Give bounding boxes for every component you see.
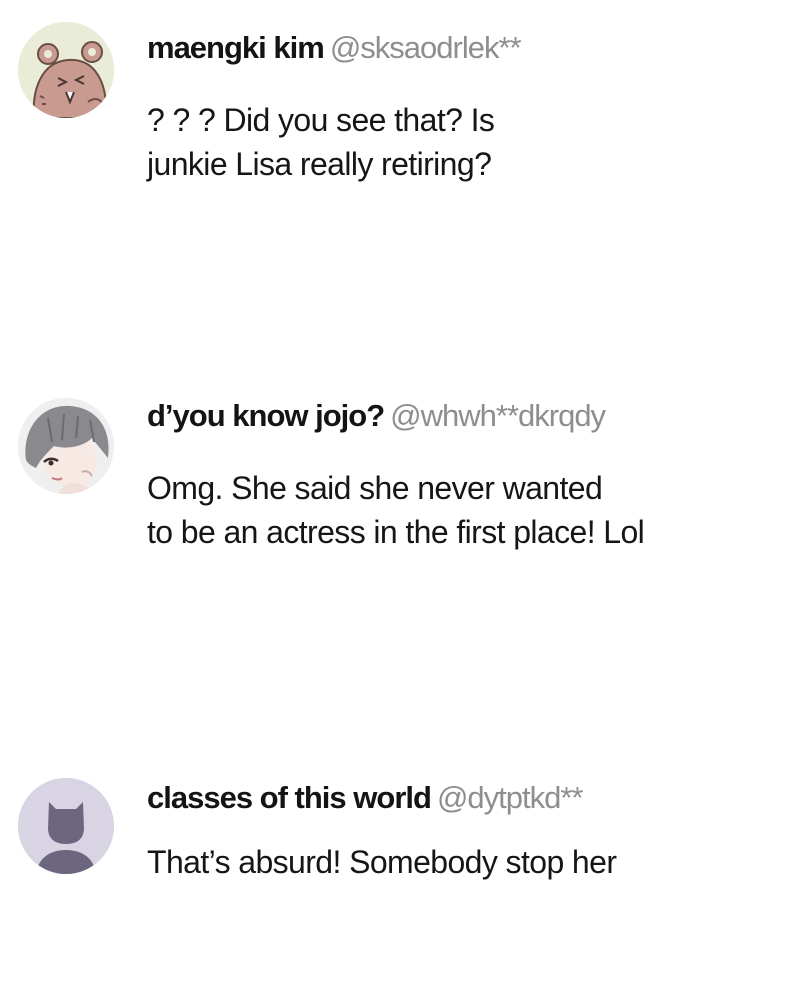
boy-avatar-icon <box>18 398 114 494</box>
default-user-avatar-icon <box>18 778 114 874</box>
bear-avatar-icon <box>18 22 114 118</box>
avatar[interactable] <box>18 398 114 494</box>
avatar[interactable] <box>18 22 114 118</box>
username[interactable]: classes of this world <box>147 780 432 815</box>
comment-text-line: That’s absurd! Somebody stop her <box>147 844 617 880</box>
username[interactable]: d’you know jojo? <box>147 398 385 433</box>
avatar[interactable] <box>18 778 114 874</box>
comment-header: classes of this world @dytptkd** <box>147 778 584 818</box>
comment-text-line: junkie Lisa really retiring? <box>147 146 492 182</box>
comment-header: d’you know jojo? @whwh**dkrqdy <box>147 396 606 436</box>
comment-text-line: to be an actress in the first place! Lol <box>147 514 645 550</box>
user-handle[interactable]: @dytptkd** <box>437 780 584 815</box>
comment-text: ? ? ? Did you see that? Is junkie Lisa r… <box>147 98 767 186</box>
comment-text: Omg. She said she never wanted to be an … <box>147 466 767 554</box>
comment-text-line: ? ? ? Did you see that? Is <box>147 102 495 138</box>
comment-text-line: Omg. She said she never wanted <box>147 470 603 506</box>
comment-text: That’s absurd! Somebody stop her <box>147 840 767 884</box>
user-handle[interactable]: @sksaodrlek** <box>330 30 522 65</box>
comment-header: maengki kim @sksaodrlek** <box>147 28 522 68</box>
username[interactable]: maengki kim <box>147 30 325 65</box>
user-handle[interactable]: @whwh**dkrqdy <box>390 398 606 433</box>
